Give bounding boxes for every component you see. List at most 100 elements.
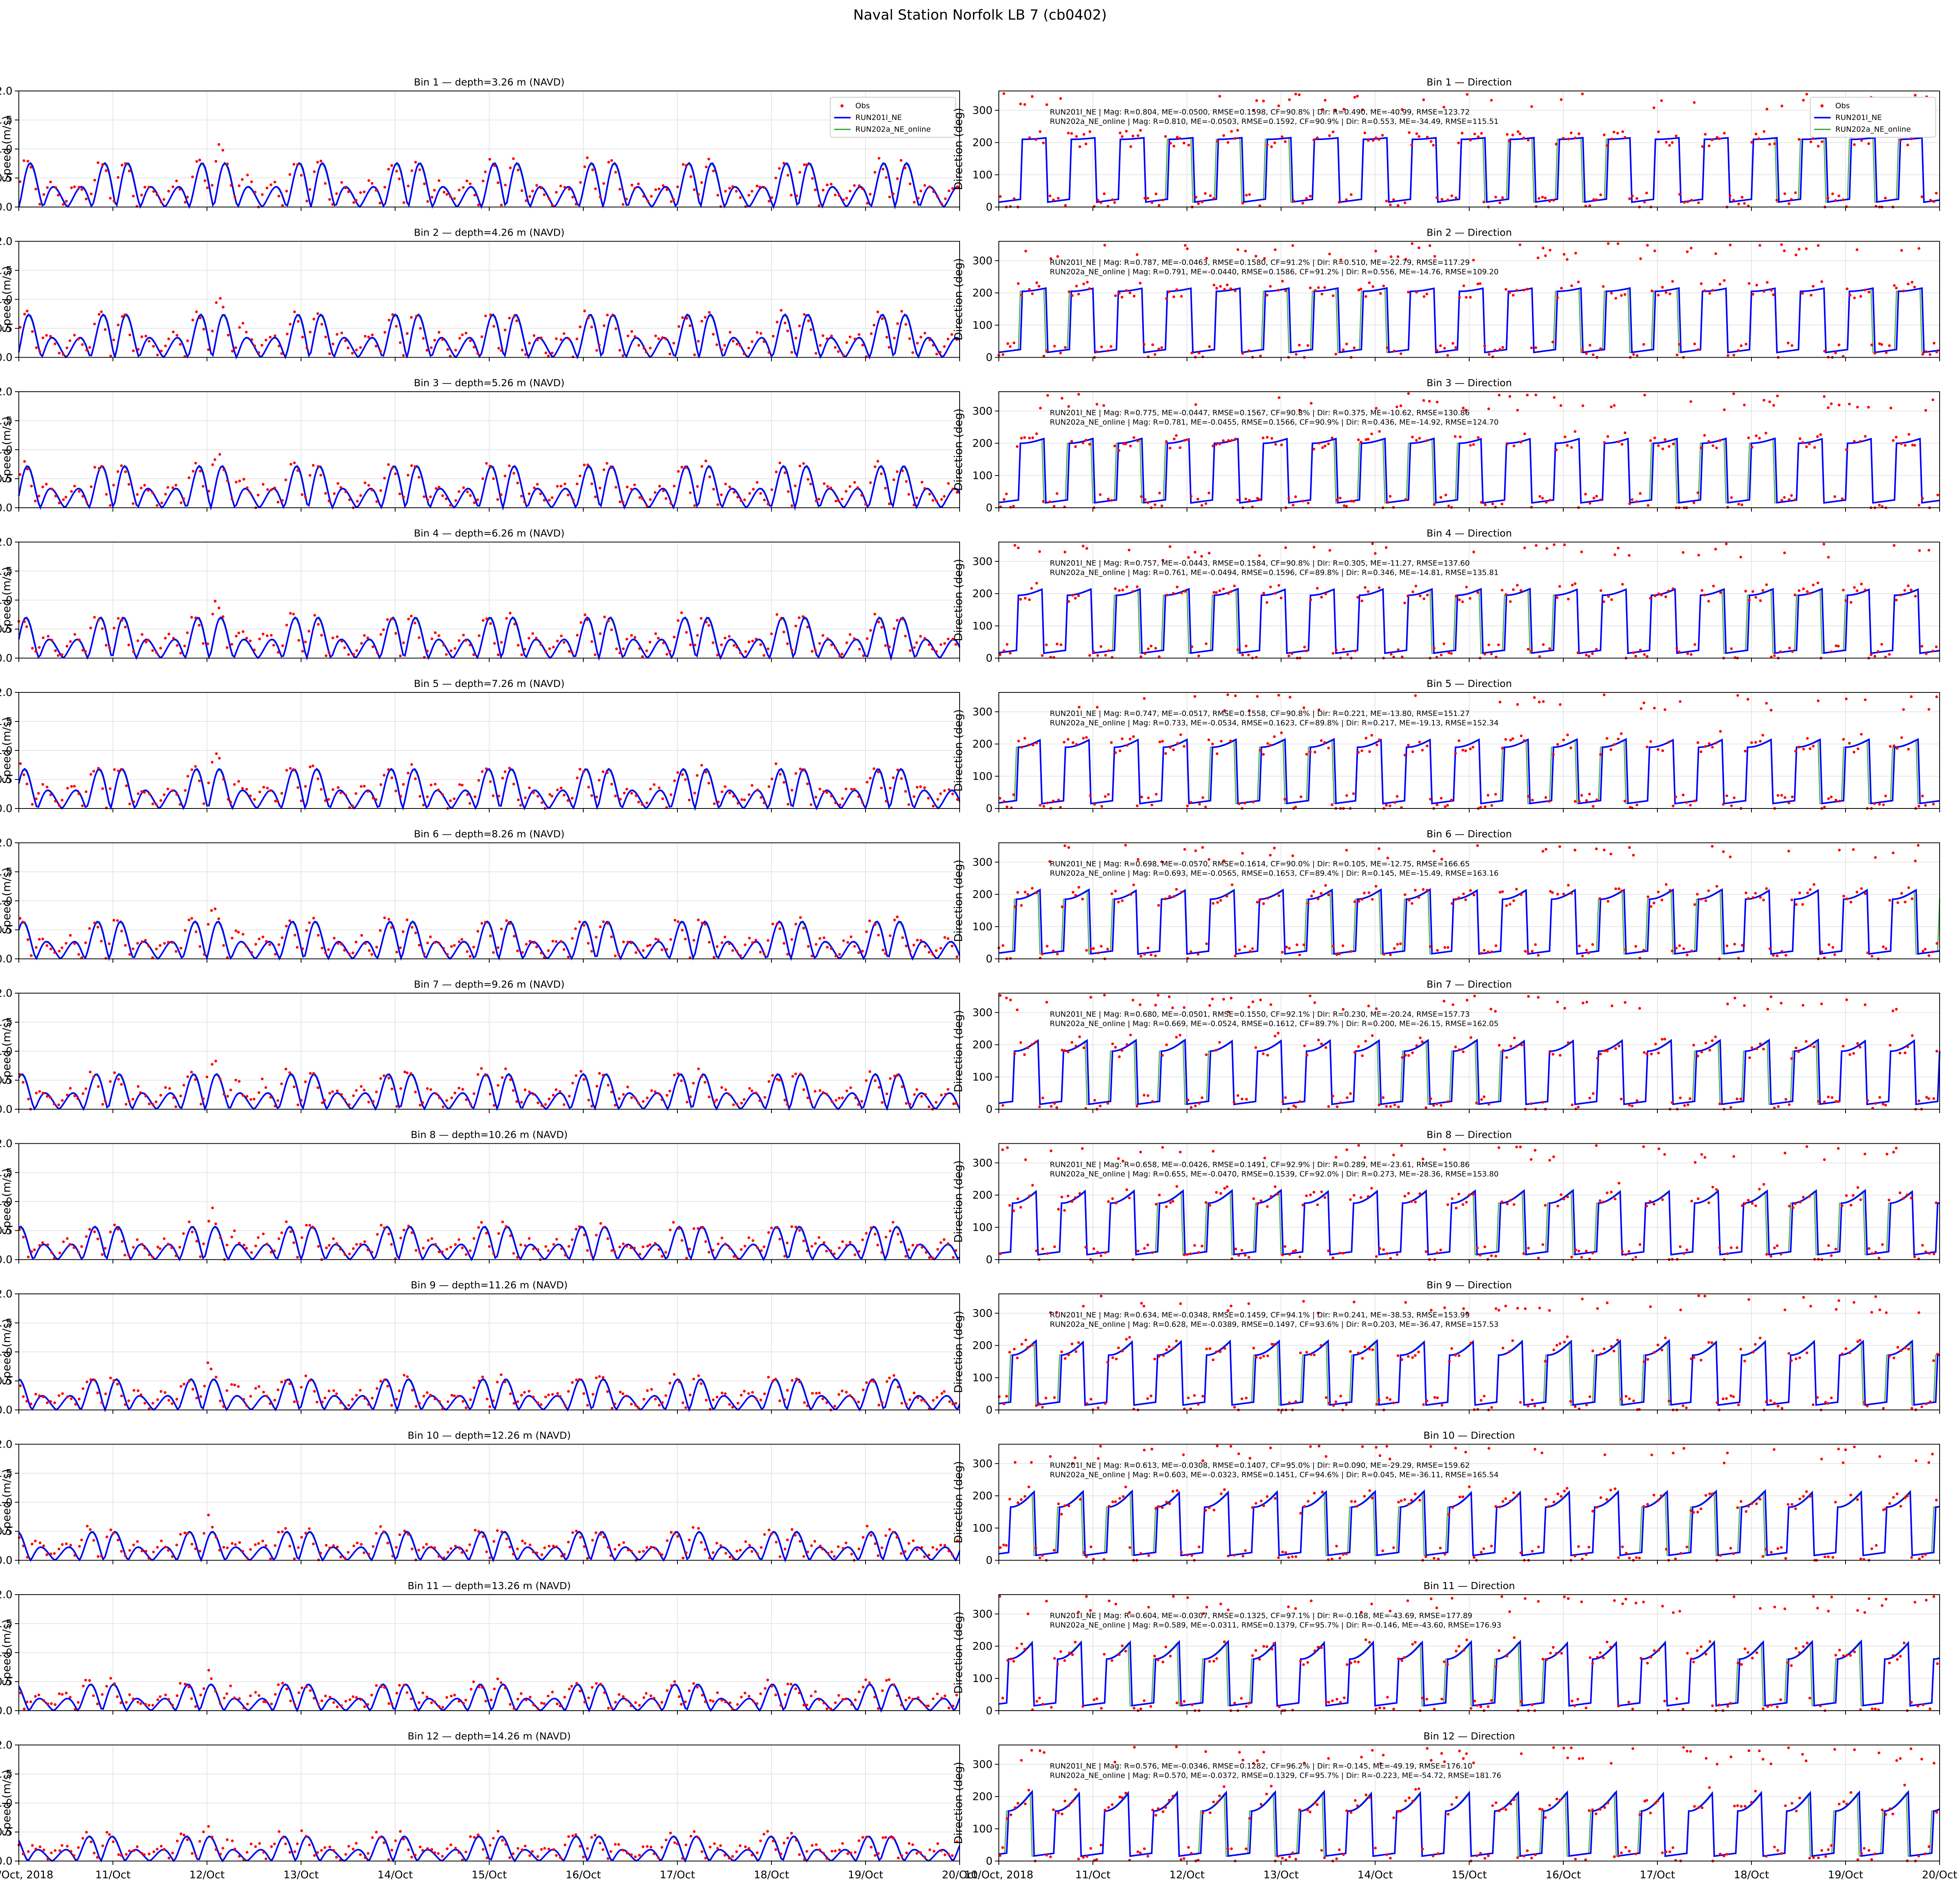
speed-obs-point: [317, 1245, 320, 1248]
direction-obs-point: [1230, 883, 1234, 886]
speed-obs-point: [370, 953, 373, 956]
speed-obs-point: [261, 632, 265, 636]
direction-obs-point: [1140, 495, 1143, 498]
speed-obs-point: [496, 1381, 499, 1384]
direction-obs-point: [1725, 794, 1728, 797]
direction-obs-point: [1777, 794, 1780, 797]
direction-obs-point: [1902, 708, 1905, 711]
speed-obs-point: [685, 317, 688, 320]
direction-obs-point: [1462, 892, 1465, 896]
speed-obs-point: [140, 1393, 143, 1396]
speed-obs-point: [928, 338, 931, 342]
speed-obs-point: [171, 486, 174, 489]
speed-obs-point: [325, 654, 328, 657]
speed-obs-point: [947, 638, 950, 641]
direction-obs-point: [1057, 1208, 1060, 1211]
speed-obs-point: [893, 1074, 896, 1077]
direction-obs-point: [1635, 197, 1639, 200]
direction-obs-point: [1196, 953, 1200, 956]
direction-obs-point: [1671, 587, 1675, 590]
speed-obs-point: [62, 1240, 65, 1243]
speed-obs-point: [121, 1240, 123, 1243]
direction-obs-point: [1107, 793, 1110, 796]
direction-obs-point: [1278, 894, 1281, 897]
direction-obs-point: [1835, 799, 1837, 802]
direction-obs-point: [1661, 1198, 1664, 1201]
speed-obs-point: [665, 948, 668, 951]
direction-obs-point: [1175, 1185, 1178, 1188]
direction-obs-point: [1726, 1252, 1729, 1255]
speed-obs-point: [370, 489, 374, 492]
direction-obs-point: [1498, 201, 1501, 204]
direction-obs-point: [1541, 497, 1544, 500]
speed-obs-point: [127, 1399, 130, 1402]
direction-obs-point: [1447, 504, 1450, 507]
direction-obs-point: [1222, 134, 1225, 137]
direction-obs-point: [1374, 552, 1377, 555]
speed-obs-point: [117, 769, 120, 772]
direction-obs-point: [1610, 598, 1613, 601]
speed-obs-point: [563, 186, 566, 189]
direction-obs-point: [1284, 289, 1287, 292]
direction-obs-point: [1882, 945, 1885, 948]
direction-obs-point: [1827, 1244, 1830, 1247]
speed-obs-point: [838, 803, 842, 807]
direction-obs-point: [1294, 1105, 1297, 1108]
speed-obs-point: [539, 492, 542, 495]
speed-obs-point: [101, 787, 104, 790]
direction-obs-point: [1794, 1202, 1797, 1205]
speed-obs-point: [657, 187, 661, 191]
speed-obs-point: [312, 1072, 315, 1075]
direction-obs-point: [1793, 498, 1797, 501]
speed-obs-point: [728, 791, 731, 794]
direction-obs-point: [1045, 945, 1049, 948]
speed-obs-point: [560, 1247, 563, 1250]
speed-obs-point: [457, 639, 461, 642]
speed-obs-point: [89, 773, 93, 776]
speed-obs-point: [858, 333, 860, 336]
speed-obs-point: [441, 1250, 444, 1253]
speed-ytick-label: 0.0: [0, 1103, 13, 1115]
speed-obs-point: [234, 929, 238, 932]
speed-obs-point: [579, 181, 582, 184]
direction-obs-point: [1595, 495, 1598, 498]
speed-obs-point: [677, 325, 681, 328]
speed-obs-point: [661, 797, 664, 800]
speed-obs-point: [305, 929, 308, 932]
speed-obs-point: [677, 1227, 681, 1230]
direction-obs-point: [1071, 594, 1074, 597]
speed-obs-point: [523, 500, 526, 503]
direction-obs-point: [1237, 1254, 1240, 1257]
direction-obs-point: [1917, 1099, 1920, 1103]
speed-obs-point: [76, 1097, 79, 1100]
speed-obs-point: [532, 334, 535, 337]
direction-obs-point: [1595, 847, 1598, 850]
direction-obs-point: [1307, 902, 1310, 905]
speed-obs-point: [733, 644, 735, 647]
speed-obs-point: [170, 1246, 173, 1249]
direction-obs-point: [1715, 136, 1719, 139]
direction-obs-point: [1617, 242, 1620, 245]
speed-obs-point: [712, 488, 715, 491]
direction-obs-point: [1911, 897, 1914, 900]
speed-obs-point: [174, 1105, 177, 1108]
direction-obs-point: [1643, 653, 1646, 656]
speed-obs-point: [528, 492, 531, 495]
direction-obs-point: [1353, 346, 1356, 349]
speed-obs-point: [168, 1087, 171, 1090]
direction-obs-point: [1566, 258, 1569, 261]
speed-obs-point: [760, 1249, 763, 1252]
direction-obs-point: [1245, 1098, 1248, 1101]
speed-obs-point: [167, 1243, 170, 1246]
speed-obs-point: [143, 185, 146, 189]
direction-obs-point: [1853, 586, 1856, 589]
speed-obs-point: [556, 639, 559, 643]
direction-obs-point: [1747, 436, 1750, 440]
direction-obs-point: [1372, 139, 1375, 142]
direction-obs-point: [1845, 998, 1848, 1001]
speed-obs-point: [693, 353, 696, 356]
speed-obs-point: [136, 942, 139, 945]
speed-obs-point: [395, 1398, 398, 1401]
direction-obs-point: [1617, 887, 1621, 890]
direction-obs-point: [1446, 354, 1449, 357]
